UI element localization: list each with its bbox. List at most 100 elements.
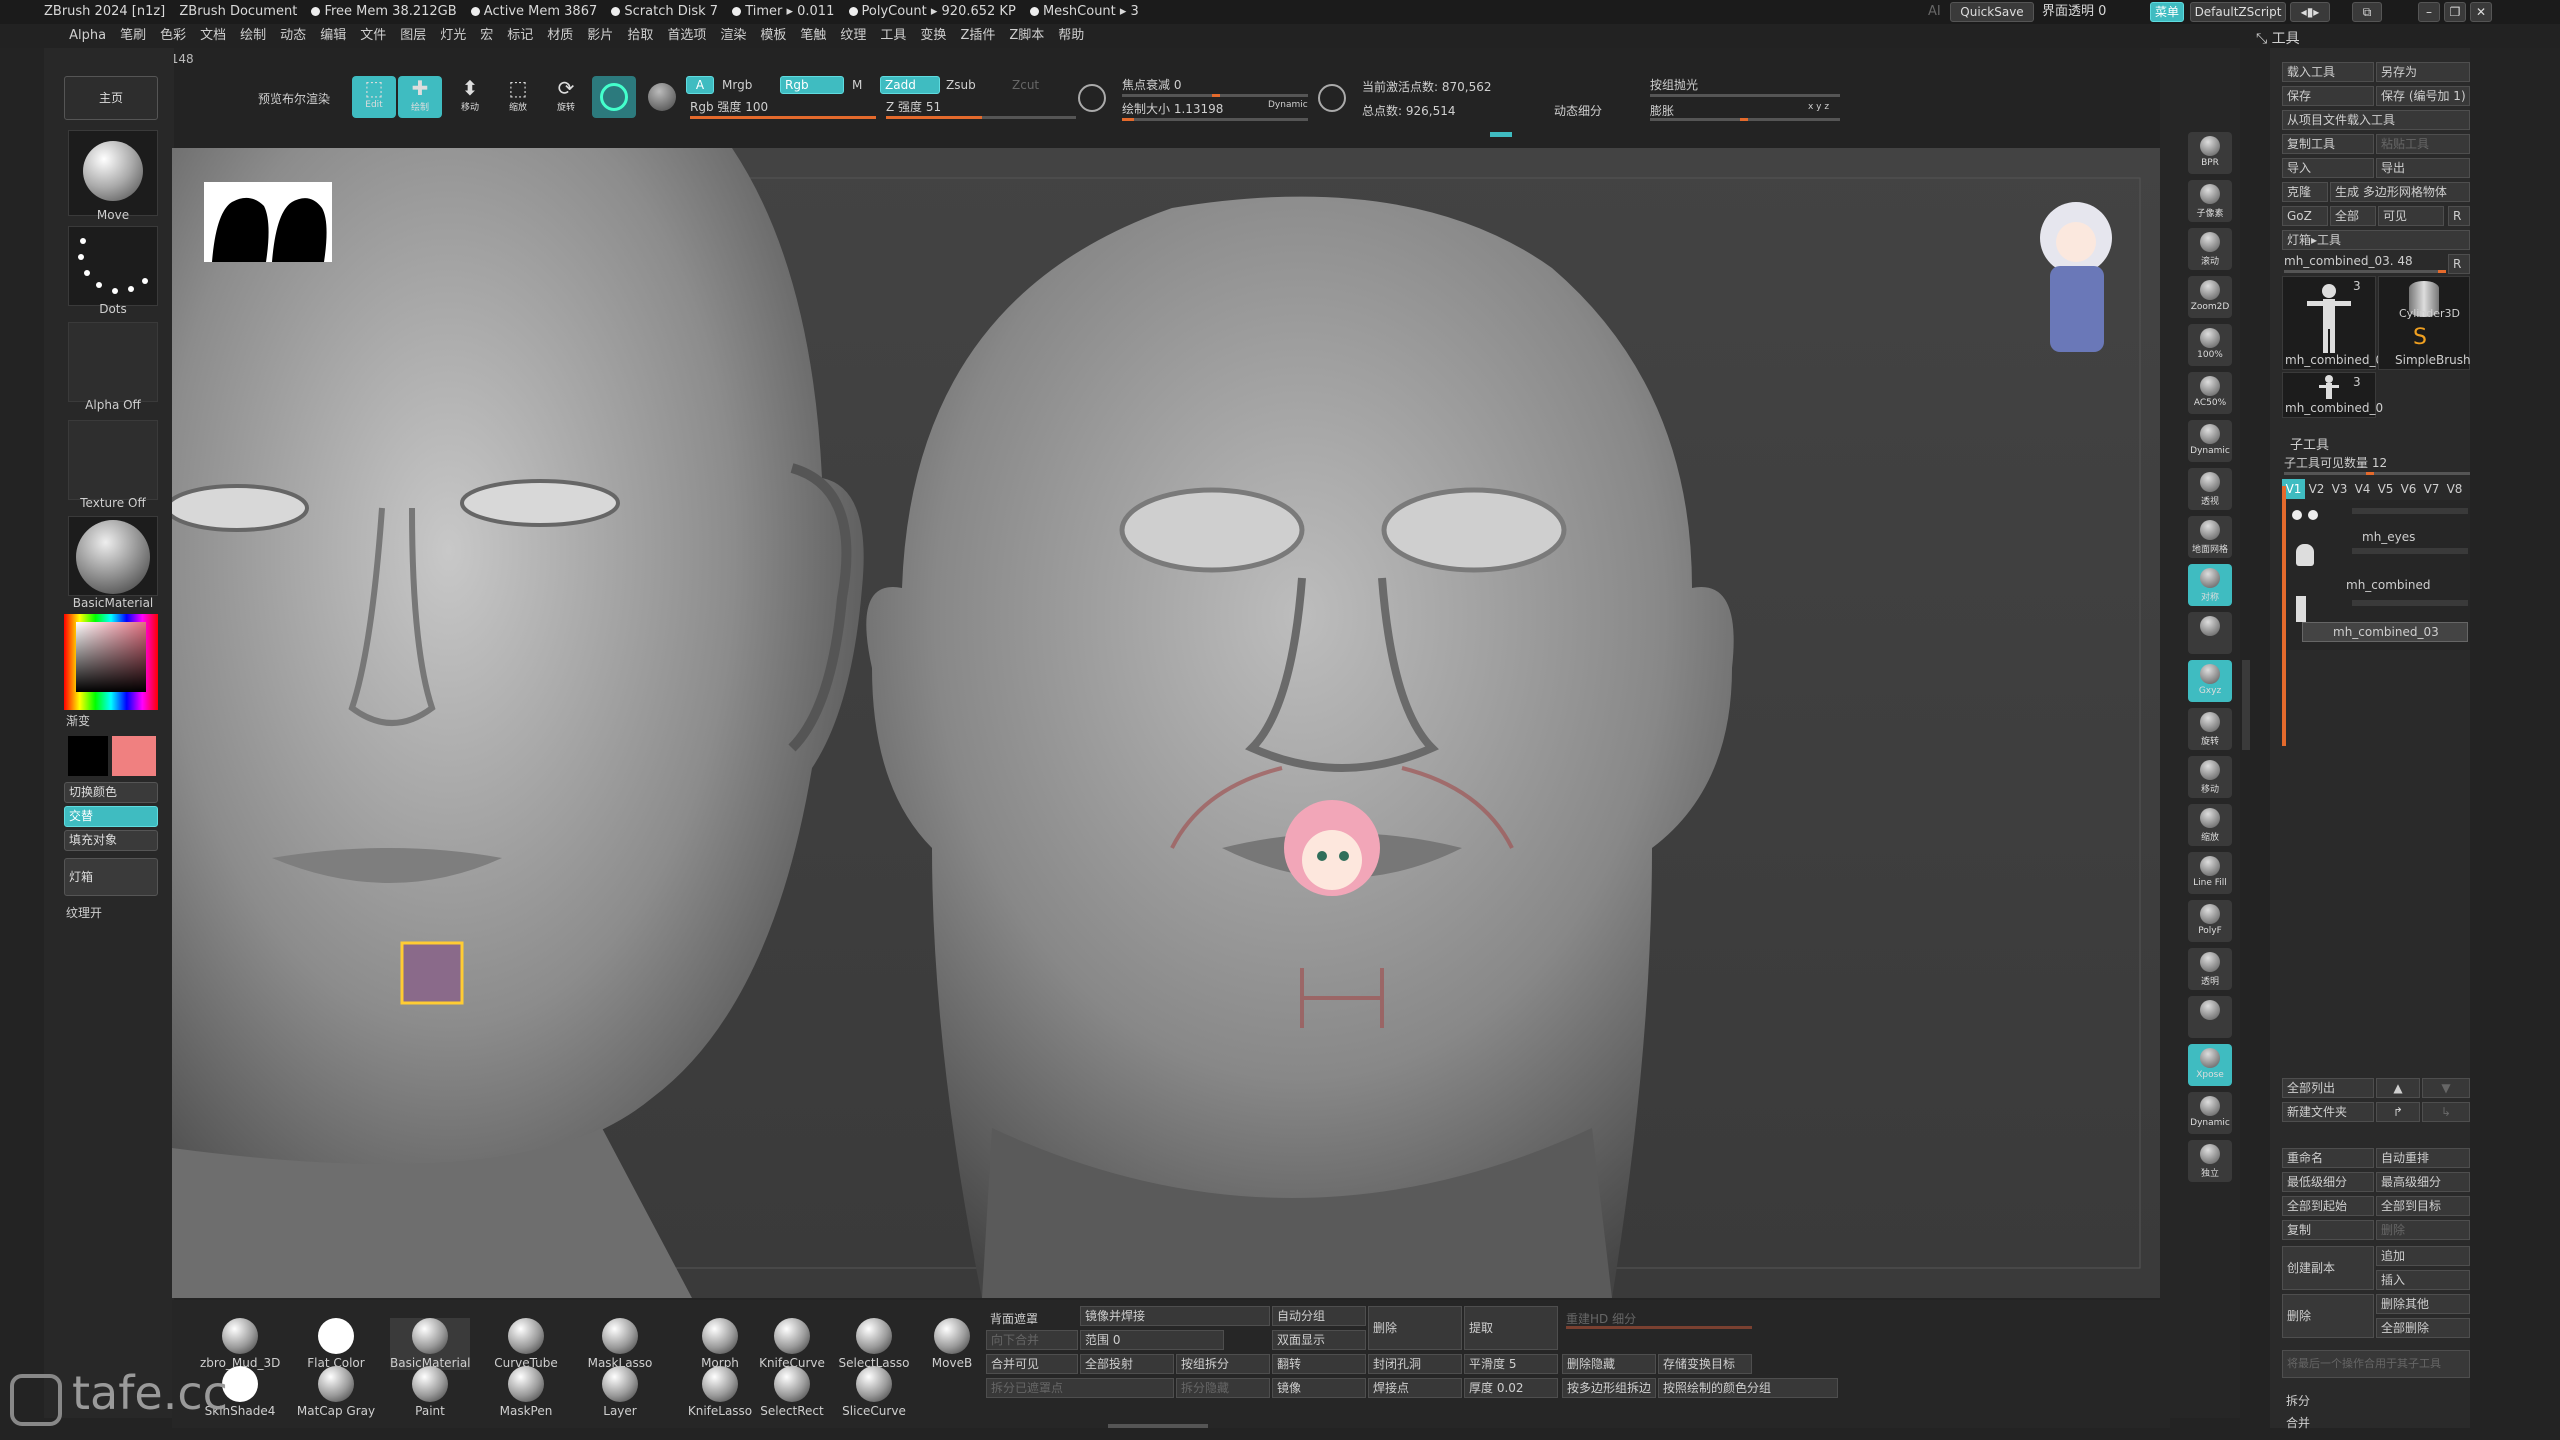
brush-item[interactable]: zbro_Mud_3Dco — [200, 1318, 280, 1370]
version-tab[interactable]: V5 — [2374, 479, 2397, 499]
import-button[interactable]: 导入 — [2282, 158, 2374, 178]
anime-chibi-reference[interactable] — [2040, 202, 2112, 352]
save-button[interactable]: 保存 — [2282, 86, 2374, 106]
double-sided-button[interactable]: 双面显示 — [1272, 1330, 1366, 1350]
right-shelf-button[interactable]: AC50% — [2188, 372, 2232, 414]
default-script-button[interactable]: DefaultZScript — [2190, 2, 2286, 22]
secondary-color-swatch[interactable] — [68, 736, 108, 776]
brush-item[interactable]: KnifeLasso — [680, 1366, 760, 1418]
inflate-slider[interactable]: 膨胀 — [1650, 102, 1674, 119]
layout-icon[interactable]: ◂▮▸ — [2290, 2, 2330, 22]
right-shelf-button[interactable]: 缩放 — [2188, 804, 2232, 846]
right-shelf-button[interactable]: Line Fill — [2188, 852, 2232, 894]
menu-item[interactable]: 绘制 — [233, 24, 273, 48]
fill-object-button[interactable]: 填充对象 — [64, 830, 158, 851]
right-shelf-button[interactable]: 地面网格 — [2188, 516, 2232, 558]
load-tool-button[interactable]: 载入工具 — [2282, 62, 2374, 82]
menu-item[interactable]: 色彩 — [153, 24, 193, 48]
menu-item[interactable]: 标记 — [500, 24, 540, 48]
rgb-button[interactable]: Rgb — [780, 76, 844, 94]
save-as-button[interactable]: 另存为 — [2376, 62, 2470, 82]
right-shelf-button[interactable]: PolyF — [2188, 900, 2232, 942]
right-shelf-button[interactable]: 独立 — [2188, 1140, 2232, 1182]
right-shelf-button[interactable]: Xpose — [2188, 1044, 2232, 1086]
edit-button[interactable]: ⬚ Edit — [352, 76, 396, 118]
menu-item[interactable]: 纹理 — [833, 24, 873, 48]
split-section[interactable]: 拆分 — [2286, 1392, 2310, 1409]
brush-item[interactable]: Layer — [580, 1366, 660, 1418]
main-color-swatch[interactable] — [112, 736, 156, 776]
sculpt-canvas[interactable] — [172, 148, 2170, 1298]
merge-section[interactable]: 合并 — [2286, 1414, 2310, 1431]
goz-button[interactable]: GoZ — [2282, 206, 2328, 226]
flip-button[interactable]: 翻转 — [1272, 1354, 1366, 1374]
group-by-color-button[interactable]: 按照绘制的颜色分组 — [1658, 1378, 1838, 1398]
goz-visible-button[interactable]: 可见 — [2378, 206, 2444, 226]
window-layout-icon[interactable]: ⧉ — [2352, 2, 2382, 22]
right-shelf-button[interactable]: BPR — [2188, 132, 2232, 174]
save-incr-button[interactable]: 保存 (编号加 1) — [2376, 86, 2470, 106]
draw-size-icon[interactable] — [1318, 84, 1346, 112]
delete-button[interactable]: 删除 — [1368, 1306, 1462, 1350]
insert-button[interactable]: 插入 — [2376, 1270, 2470, 1290]
brush-item[interactable]: MaskLasso — [580, 1318, 660, 1370]
alpha-thumb[interactable] — [68, 322, 158, 402]
rgb-intensity-slider[interactable]: Rgb 强度 100 — [690, 98, 768, 115]
right-shelf-button[interactable]: 旋转 — [2188, 708, 2232, 750]
right-shelf-button[interactable] — [2188, 612, 2232, 654]
append-button[interactable]: 追加 — [2376, 1246, 2470, 1266]
subtool-toggles-2[interactable] — [2352, 548, 2468, 554]
right-shelf-button[interactable]: 对称 — [2188, 564, 2232, 606]
highest-res-button[interactable]: 最高级细分 — [2376, 1172, 2470, 1192]
canvas-viewport[interactable] — [172, 148, 2170, 1298]
material-sphere-icon[interactable] — [592, 76, 636, 118]
weld-points-button[interactable]: 焊接点 — [1368, 1378, 1462, 1398]
restore-icon[interactable]: ❐ — [2444, 2, 2466, 22]
menu-item[interactable]: 工具 — [873, 24, 913, 48]
lowest-res-button[interactable]: 最低级细分 — [2282, 1172, 2374, 1192]
menu-item[interactable]: Z脚本 — [1002, 24, 1051, 48]
texture-preview-thumb[interactable] — [400, 941, 464, 1005]
alternate-button[interactable]: 交替 — [64, 806, 158, 827]
menu-item[interactable]: 影片 — [580, 24, 620, 48]
menu-item[interactable]: 编辑 — [313, 24, 353, 48]
right-shelf-button[interactable]: 透明 — [2188, 948, 2232, 990]
paste-tool-button[interactable]: 粘贴工具 — [2376, 134, 2470, 154]
menu-item[interactable]: 帮助 — [1051, 24, 1091, 48]
close-icon[interactable]: ✕ — [2470, 2, 2492, 22]
project-hd-button[interactable]: 重建HD 细分 — [1566, 1310, 1636, 1327]
menu-item[interactable]: 动态 — [273, 24, 313, 48]
menu-item[interactable]: Z插件 — [953, 24, 1002, 48]
apply-to-subtools-button[interactable]: 将最后一个操作合用于其子工具 — [2282, 1350, 2470, 1378]
brush-item[interactable]: MatCap Gray — [296, 1366, 376, 1418]
right-shelf-scroll[interactable] — [2242, 660, 2250, 750]
version-tab[interactable]: V6 — [2397, 479, 2420, 499]
split-unmasked-button[interactable]: 拆分已遮罩点 — [986, 1378, 1174, 1398]
arrow-right-icon[interactable]: ↱ — [2376, 1102, 2420, 1122]
group-by-normals-button[interactable]: 按多边形组拆边 — [1562, 1378, 1656, 1398]
quicksave-button[interactable]: QuickSave — [1950, 2, 2034, 22]
smooth-slider[interactable]: 平滑度 5 — [1464, 1354, 1558, 1374]
brush-thumb[interactable] — [68, 130, 158, 216]
version-tab[interactable]: V2 — [2305, 479, 2328, 499]
arrow-down-icon[interactable]: ↳ — [2422, 1102, 2470, 1122]
goz-r-button[interactable]: R — [2448, 206, 2470, 226]
right-shelf-button[interactable]: Dynamic — [2188, 420, 2232, 462]
subtool-visible-count[interactable]: 子工具可见数量 12 — [2284, 454, 2387, 471]
brush-item[interactable]: Paint — [390, 1366, 470, 1418]
version-tab[interactable]: V3 — [2328, 479, 2351, 499]
right-shelf-button[interactable]: 透视 — [2188, 468, 2232, 510]
stroke-thumb[interactable] — [68, 226, 158, 306]
thickness-slider[interactable]: 厚度 0.02 — [1464, 1378, 1558, 1398]
a-button[interactable]: A — [686, 76, 714, 94]
brush-item[interactable]: CurveTube — [486, 1318, 566, 1370]
right-shelf-button[interactable]: 移动 — [2188, 756, 2232, 798]
zcut-button[interactable]: Zcut — [1012, 78, 1039, 92]
subtool-toggles-3[interactable] — [2352, 600, 2468, 606]
all-high-button[interactable]: 全部到目标 — [2376, 1196, 2470, 1216]
minimize-icon[interactable]: – — [2418, 2, 2440, 22]
menu-item[interactable]: 拾取 — [620, 24, 660, 48]
anime-girl-sticker[interactable] — [1284, 800, 1380, 896]
menu-item[interactable]: 渲染 — [713, 24, 753, 48]
close-holes-button[interactable]: 封闭孔洞 — [1368, 1354, 1462, 1374]
